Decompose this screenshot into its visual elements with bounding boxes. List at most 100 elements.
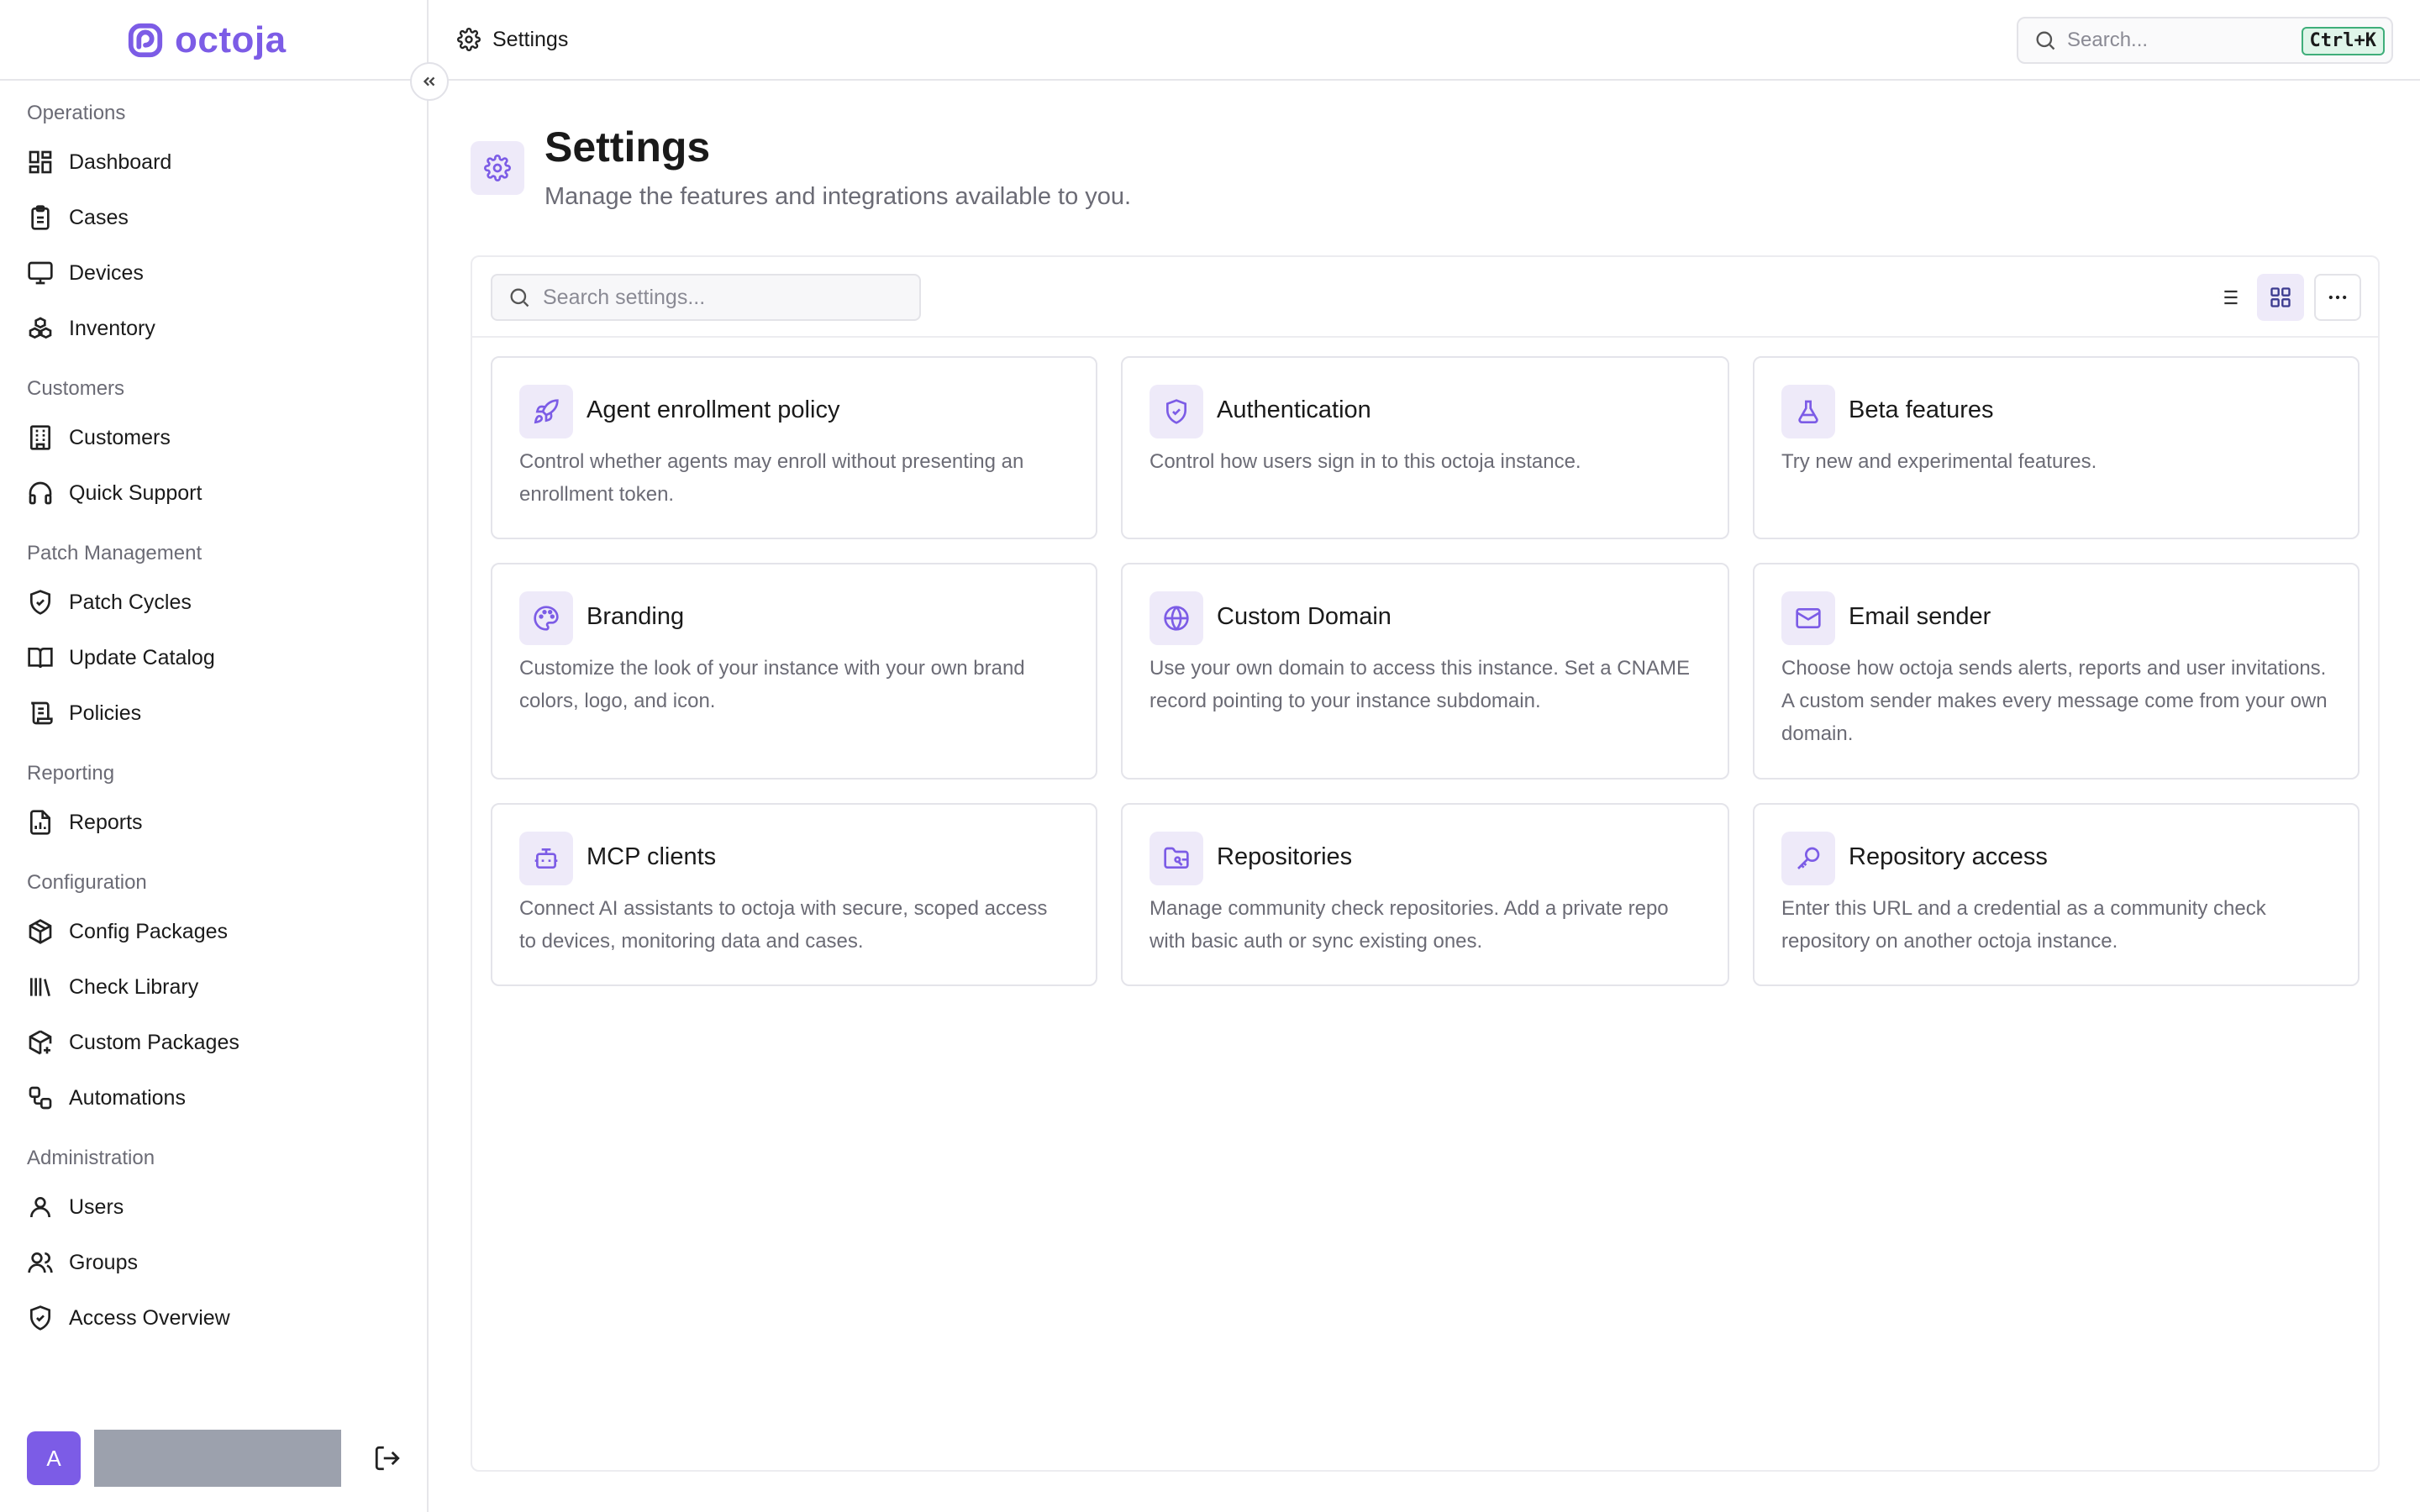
sidebar-item-check-library[interactable]: Check Library [0, 959, 427, 1015]
page-subtitle: Manage the features and integrations ava… [544, 183, 1132, 210]
sidebar-item-label: Quick Support [69, 480, 203, 505]
breadcrumb-current[interactable]: Settings [492, 28, 568, 52]
settings-card-repository-access[interactable]: Repository access Enter this URL and a c… [1753, 803, 2360, 986]
app-root: octoja Operations Dashboard Cases Device… [0, 0, 2420, 1512]
settings-card-agent-enrollment-policy[interactable]: Agent enrollment policy Control whether … [491, 356, 1097, 539]
sidebar-item-label: Update Catalog [69, 645, 215, 669]
sidebar-item-label: Config Packages [69, 919, 229, 943]
gear-icon [484, 155, 511, 181]
nav-section-configuration: Configuration [27, 871, 147, 894]
card-icon [519, 591, 573, 645]
chevrons-left-icon [423, 76, 435, 87]
brand-name: octoja [175, 19, 287, 60]
shield-icon [30, 1305, 50, 1331]
list-view-button[interactable] [2205, 274, 2252, 321]
sidebar-item-update-catalog[interactable]: Update Catalog [0, 630, 427, 685]
card-icon [1150, 385, 1203, 438]
list-icon [2219, 290, 2238, 305]
settings-toolbar [472, 257, 2378, 338]
global-search-input[interactable] [2067, 29, 2294, 52]
sidebar-item-label: Access Overview [69, 1305, 230, 1330]
settings-card-mcp-clients[interactable]: MCP clients Connect AI assistants to oct… [491, 803, 1097, 986]
page-icon [471, 141, 524, 195]
gear-icon [457, 28, 481, 51]
global-search[interactable]: Ctrl+K [2017, 17, 2393, 64]
search-icon [510, 288, 529, 307]
octoja-logo-icon [128, 23, 163, 58]
sidebar-item-label: Policies [69, 701, 142, 725]
card-icon [519, 832, 573, 885]
settings-search[interactable] [491, 274, 921, 321]
settings-card-beta-features[interactable]: Beta features Try new and experimental f… [1753, 356, 2360, 539]
more-horizontal-icon [2328, 295, 2347, 300]
sidebar-item-access-overview[interactable]: Access Overview [0, 1290, 427, 1346]
avatar[interactable]: A [27, 1431, 81, 1485]
sidebar-item-label: Groups [69, 1250, 138, 1274]
rocket-icon [534, 399, 559, 424]
book-open-icon [28, 648, 53, 669]
sidebar-item-cases[interactable]: Cases [0, 190, 427, 245]
sidebar-item-quick-support[interactable]: Quick Support [0, 465, 427, 521]
card-title: Repositories [1217, 843, 1353, 870]
sidebar-nav: Operations Dashboard Cases Devices Inven… [0, 92, 427, 1346]
sidebar-item-label: Dashboard [69, 150, 172, 174]
card-title: Beta features [1849, 396, 1994, 423]
sidebar-user-footer: A [0, 1425, 427, 1492]
shield-check-icon [1166, 399, 1186, 424]
settings-card-email-sender[interactable]: Email sender Choose how octoja sends ale… [1753, 563, 2360, 780]
sidebar-collapse-button[interactable] [410, 62, 449, 101]
clipboard-icon [31, 205, 50, 230]
sidebar-item-dashboard[interactable]: Dashboard [0, 134, 427, 190]
settings-panel: Agent enrollment policy Control whether … [471, 255, 2380, 1472]
sidebar-item-automations[interactable]: Automations [0, 1070, 427, 1126]
settings-card-branding[interactable]: Branding Customize the look of your inst… [491, 563, 1097, 780]
sidebar-item-reports[interactable]: Reports [0, 795, 427, 850]
card-icon [1781, 591, 1835, 645]
sidebar-item-users[interactable]: Users [0, 1179, 427, 1235]
settings-card-authentication[interactable]: Authentication Control how users sign in… [1121, 356, 1729, 539]
settings-card-repositories[interactable]: Repositories Manage community check repo… [1121, 803, 1729, 986]
logout-icon[interactable] [373, 1444, 402, 1473]
shield-check-icon [30, 590, 50, 615]
card-description: Try new and experimental features. [1781, 450, 2097, 473]
bot-icon [534, 848, 558, 869]
card-description: Customize the look of your instance with… [519, 657, 1025, 712]
sidebar-item-patch-cycles[interactable]: Patch Cycles [0, 575, 427, 630]
sidebar-item-devices[interactable]: Devices [0, 245, 427, 301]
card-description: Control how users sign in to this octoja… [1150, 450, 1581, 473]
users-icon [28, 1252, 53, 1273]
nav-section-patch-management: Patch Management [27, 542, 203, 564]
card-title: Email sender [1849, 603, 1991, 630]
palette-icon [534, 606, 559, 631]
sidebar-item-label: Cases [69, 205, 129, 229]
user-name-redacted [94, 1430, 341, 1487]
sidebar-item-policies[interactable]: Policies [0, 685, 427, 741]
more-options-button[interactable] [2314, 274, 2361, 321]
grid-view-button[interactable] [2257, 274, 2304, 321]
settings-card-custom-domain[interactable]: Custom Domain Use your own domain to acc… [1121, 563, 1729, 780]
nav-section-operations: Operations [27, 102, 126, 124]
card-icon [1150, 832, 1203, 885]
search-icon [2036, 31, 2055, 50]
sidebar-item-label: Reports [69, 810, 143, 834]
settings-search-input[interactable] [543, 285, 896, 310]
sidebar-item-config-packages[interactable]: Config Packages [0, 904, 427, 959]
brand-logo[interactable]: octoja [126, 18, 287, 62]
sidebar-item-groups[interactable]: Groups [0, 1235, 427, 1290]
sidebar-item-label: Custom Packages [69, 1030, 239, 1054]
sidebar-item-label: Check Library [69, 974, 199, 999]
sidebar-item-customers[interactable]: Customers [0, 410, 427, 465]
sidebar: octoja Operations Dashboard Cases Device… [0, 0, 429, 1512]
workflow-icon [29, 1086, 52, 1110]
search-shortcut-badge: Ctrl+K [2301, 27, 2385, 55]
sidebar-item-custom-packages[interactable]: Custom Packages [0, 1015, 427, 1070]
library-icon [30, 978, 50, 997]
card-title: Authentication [1217, 396, 1371, 423]
sidebar-item-inventory[interactable]: Inventory [0, 301, 427, 356]
card-description: Choose how octoja sends alerts, reports … [1781, 657, 2328, 745]
folder-git-icon [1164, 847, 1189, 869]
nav-section-administration: Administration [27, 1147, 155, 1169]
card-description: Control whether agents may enroll withou… [519, 450, 1024, 506]
user-icon [30, 1197, 50, 1218]
card-description: Enter this URL and a credential as a com… [1781, 897, 2266, 953]
